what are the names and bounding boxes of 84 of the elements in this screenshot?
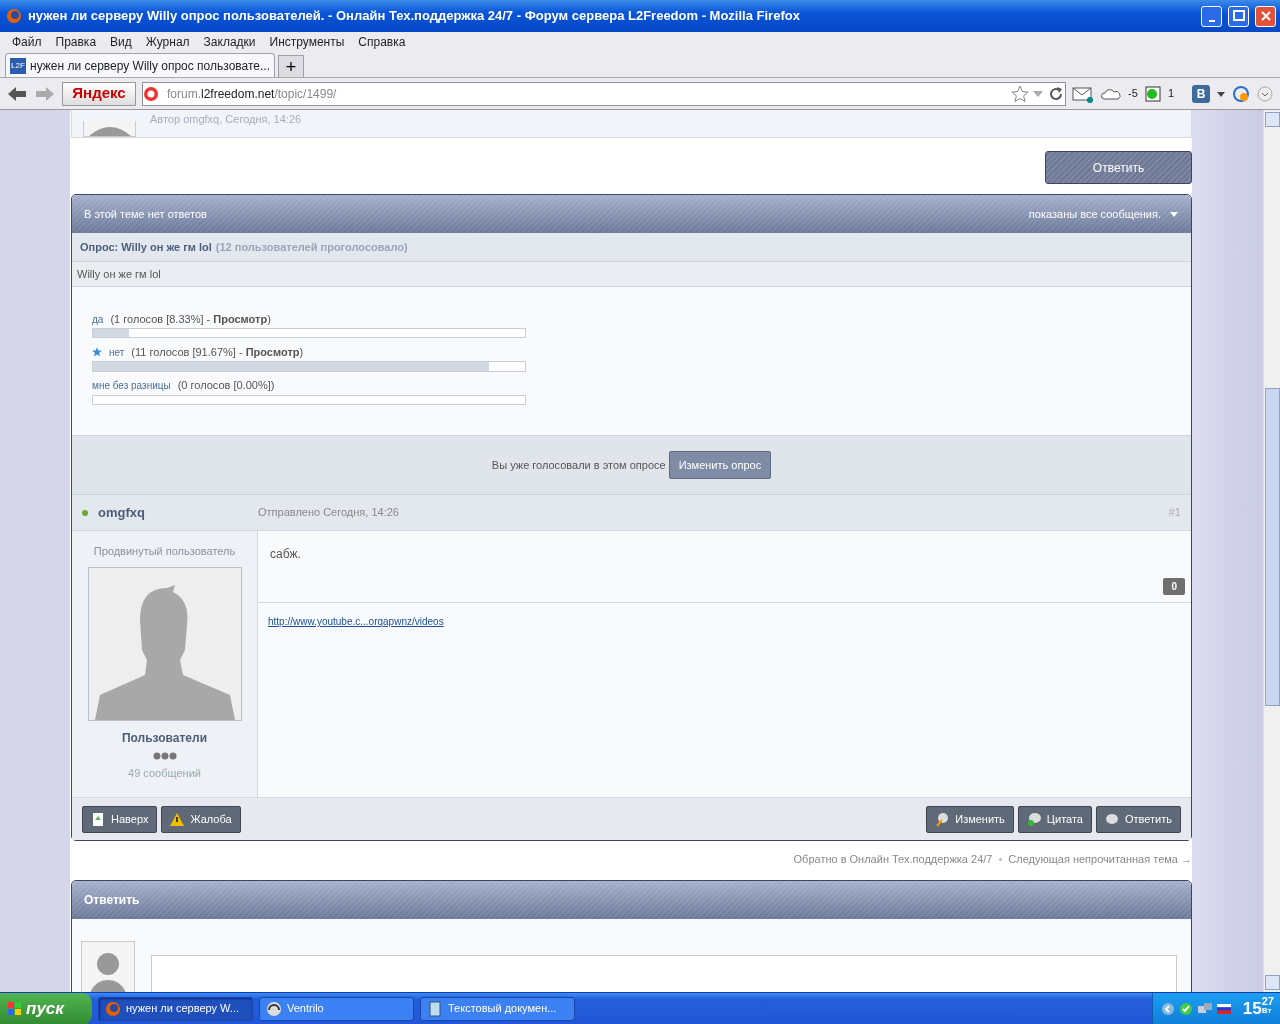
topic-status: В этой теме нет ответов xyxy=(84,206,207,222)
vk-button[interactable]: В xyxy=(1192,84,1210,103)
favicon: L2F xyxy=(10,57,26,74)
poll-choice-result: (11 голосов [91.67%] - Просмотр) xyxy=(131,345,304,361)
firefox-icon xyxy=(6,8,22,24)
filter-dropdown[interactable]: показаны все сообщения. xyxy=(1028,205,1179,223)
poll-status: Вы уже голосовали в этом опросе xyxy=(491,457,666,473)
poll-title: Опрос: Willy он же гм lol xyxy=(80,239,212,255)
speech-bubble-icon xyxy=(1026,811,1042,827)
poll-voters: (12 пользователей проголосовало) xyxy=(215,239,408,255)
signature-link[interactable]: http://www.youtube.c...orqapwnz/videos xyxy=(268,616,444,627)
tab-title: нужен ли серверу Willy опрос пользовате... xyxy=(30,57,270,75)
quote-button[interactable]: Цитата xyxy=(1017,805,1092,833)
post-meta: Автор omgfxq, Сегодня, 14:26 xyxy=(150,111,302,127)
report-button[interactable]: Жалоба xyxy=(161,805,241,833)
browser-tab[interactable]: L2F нужен ли серверу Willy опрос пользовате... xyxy=(5,53,275,77)
menu-item[interactable]: Закладки xyxy=(197,32,262,52)
taskbar-button[interactable]: Текстовый докумен... xyxy=(420,996,575,1021)
poll-question: Willy он же гм lol xyxy=(77,266,161,282)
topic-nav-link[interactable]: Следующая непрочитанная тема → xyxy=(1008,851,1192,868)
windows-logo-icon xyxy=(8,1001,22,1016)
minimize-icon xyxy=(1208,20,1215,22)
post-count: 49 сообщений xyxy=(128,765,201,781)
user-rank: Продвинутый пользователь xyxy=(93,544,236,559)
start-button[interactable]: пуск xyxy=(0,992,92,1024)
note-icon[interactable] xyxy=(1143,84,1162,103)
forward-icon[interactable] xyxy=(34,84,56,103)
document-icon xyxy=(427,1000,443,1017)
rank-pips-icon xyxy=(152,751,177,760)
star-icon[interactable] xyxy=(1011,84,1030,103)
close-button[interactable] xyxy=(1255,5,1276,27)
weather-temperature: -5 xyxy=(1128,86,1138,102)
top-button[interactable]: Наверх xyxy=(82,805,158,833)
menu-item[interactable]: Инструменты xyxy=(263,32,351,52)
caret-icon xyxy=(1169,210,1179,218)
scroll-up-button[interactable] xyxy=(1265,112,1280,127)
menu-item[interactable]: Журнал xyxy=(139,32,196,52)
post-author[interactable]: omgfxq xyxy=(98,502,258,523)
caret-icon[interactable] xyxy=(1216,89,1226,98)
headset-icon xyxy=(266,1000,282,1017)
close-icon xyxy=(1258,9,1273,23)
new-tab-button[interactable]: + xyxy=(278,55,304,77)
flag-icon[interactable] xyxy=(1216,1003,1231,1014)
shield-icon[interactable] xyxy=(1178,1001,1193,1016)
addon-icon[interactable] xyxy=(1232,84,1250,103)
poll-choice-label: нет xyxy=(109,345,125,360)
notification-count: 1 xyxy=(1167,86,1174,102)
separator: • xyxy=(998,852,1003,867)
window-title: нужен ли серверу Willy опрос пользователей. - Онлайн Тех.поддержка 24/7 - Форум сервера L2Freedom - Mozilla Firefox xyxy=(28,7,801,26)
reply-button[interactable]: Ответить xyxy=(1095,805,1181,833)
taskbar-button[interactable]: нужен ли серверу W... xyxy=(98,996,253,1021)
poll-choice-result: (1 голосов [8.33%] - Просмотр) xyxy=(110,311,271,327)
search-engine-button[interactable]: Яндекс xyxy=(62,81,136,106)
poll-choice-result: (0 голосов [0.00%]) xyxy=(177,378,275,394)
menu-item[interactable]: Файл xyxy=(6,32,48,52)
reply-title: Ответить xyxy=(84,891,140,909)
mail-icon[interactable] xyxy=(1072,84,1095,103)
reputation-count[interactable]: 0 xyxy=(1163,578,1185,595)
maximize-icon xyxy=(1231,9,1246,23)
topic-nav-link[interactable]: Обратно в Онлайн Тех.поддержка 24/7 xyxy=(793,851,993,868)
menu-item[interactable]: Правка xyxy=(49,32,103,52)
menu-item[interactable]: Справка xyxy=(352,32,412,52)
user-group: Пользователи xyxy=(121,728,208,747)
firefox-icon xyxy=(105,1000,121,1017)
menu-item[interactable]: Вид xyxy=(104,32,138,52)
taskbar-button[interactable]: Ventrilo xyxy=(259,996,414,1021)
poll-choice-label: мне без разницы xyxy=(92,379,171,394)
warning-icon xyxy=(170,811,186,827)
scroll-thumb[interactable] xyxy=(1265,388,1280,706)
change-poll-button[interactable]: Изменить опрос xyxy=(668,451,772,479)
minimize-button[interactable] xyxy=(1201,5,1222,27)
maximize-button[interactable] xyxy=(1228,5,1249,27)
edit-button[interactable]: Изменить xyxy=(926,805,1014,833)
chevron-icon[interactable] xyxy=(1160,1001,1175,1016)
scroll-down-button[interactable] xyxy=(1265,975,1280,990)
star-icon xyxy=(92,347,102,358)
poll-choice-label: да xyxy=(92,312,104,327)
speech-bubble-icon xyxy=(935,811,951,827)
reply-button[interactable]: Ответить xyxy=(1045,151,1192,184)
post-body: сабж. xyxy=(270,547,301,561)
post-date: Отправлено Сегодня, 14:26 xyxy=(258,505,400,521)
page-icon xyxy=(91,811,106,827)
speech-bubble-icon xyxy=(1104,811,1120,827)
back-icon[interactable] xyxy=(6,84,28,103)
